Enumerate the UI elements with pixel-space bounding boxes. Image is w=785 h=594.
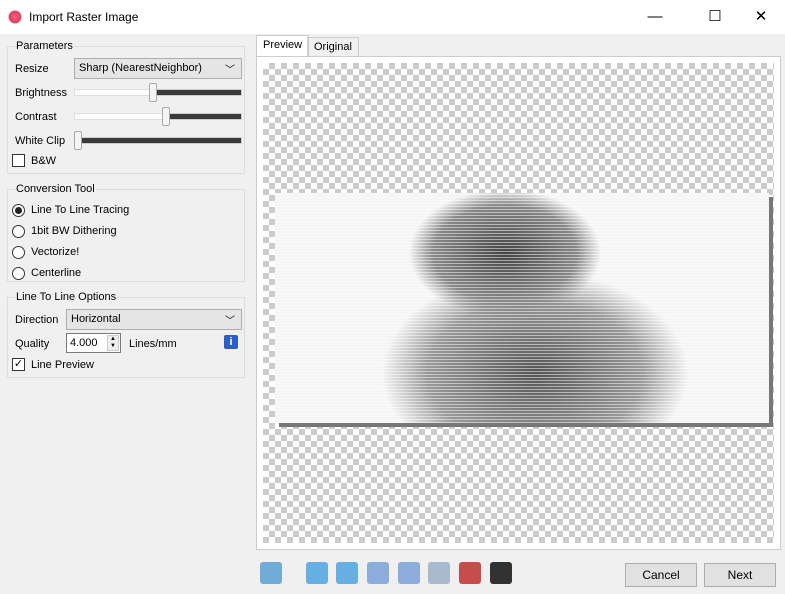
tab-original[interactable]: Original (307, 37, 359, 57)
resize-dropdown[interactable]: Sharp (NearestNeighbor) ﹀ (74, 58, 242, 79)
preview-panel (256, 56, 781, 550)
chevron-down-icon: ﹀ (225, 316, 235, 327)
invert-icon[interactable] (490, 562, 512, 584)
direction-value: Horizontal (71, 313, 121, 325)
group-label: Line To Line Options (15, 291, 118, 303)
conversion-option: 1bit BW Dithering (31, 225, 117, 237)
next-button[interactable]: Next (704, 563, 776, 587)
parameters-group: Parameters Resize Sharp (NearestNeighbor… (7, 40, 245, 174)
title-bar: Import Raster Image — ☐ ✕ (0, 0, 785, 34)
rotate-left-icon[interactable] (306, 562, 328, 584)
chevron-down-icon: ﹀ (225, 65, 235, 76)
slider-thumb[interactable] (162, 107, 170, 126)
transparency-background (263, 63, 774, 543)
direction-label: Direction (15, 314, 59, 326)
radio-button[interactable] (12, 204, 25, 217)
quality-value[interactable]: 4.000 (70, 337, 98, 349)
preview-image (275, 193, 769, 423)
contrast-label: Contrast (15, 111, 57, 123)
radio-button[interactable] (12, 267, 25, 280)
quality-label: Quality (15, 338, 50, 350)
quality-stepper[interactable]: 4.000 ▲ ▼ (66, 333, 121, 353)
tab-preview[interactable]: Preview (256, 35, 310, 57)
line-options-group: Line To Line Options Direction Horizonta… (7, 291, 245, 378)
bw-checkbox[interactable] (12, 154, 25, 167)
spinner-arrows-icon[interactable]: ▲ ▼ (107, 335, 119, 351)
rotate-right-icon[interactable] (336, 562, 358, 584)
quality-unit: Lines/mm (129, 338, 177, 350)
group-label: Parameters (15, 40, 74, 52)
conversion-tool-group: Conversion Tool Line To Line Tracing 1bit… (7, 183, 245, 282)
bw-label: B&W (31, 155, 57, 167)
group-label: Conversion Tool (15, 183, 96, 195)
cancel-button[interactable]: Cancel (625, 563, 697, 587)
slider-thumb[interactable] (149, 83, 158, 102)
minimize-button[interactable]: — (640, 6, 670, 28)
radio-button[interactable] (12, 246, 25, 259)
maximize-button[interactable]: ☐ (700, 6, 730, 28)
whiteclip-label: White Clip (15, 135, 66, 147)
direction-dropdown[interactable]: Horizontal ﹀ (66, 309, 242, 330)
app-icon (8, 10, 22, 24)
line-preview-label: Line Preview (31, 359, 94, 371)
info-icon[interactable]: i (224, 335, 238, 349)
flip-horizontal-icon[interactable] (367, 562, 389, 584)
line-preview-checkbox[interactable]: ✓ (12, 358, 25, 371)
conversion-option: Centerline (31, 267, 82, 279)
resize-value: Sharp (NearestNeighbor) (79, 62, 202, 74)
conversion-option: Line To Line Tracing (31, 204, 130, 216)
flip-vertical-icon[interactable] (398, 562, 420, 584)
slider-thumb[interactable] (74, 131, 82, 150)
brightness-slider[interactable] (74, 83, 242, 103)
window-title: Import Raster Image (29, 10, 139, 24)
reset-icon[interactable] (260, 562, 282, 584)
conversion-option: Vectorize! (31, 246, 80, 258)
brightness-label: Brightness (15, 87, 67, 99)
contrast-slider[interactable] (74, 107, 242, 127)
close-button[interactable]: ✕ (746, 6, 776, 28)
color-picker-icon[interactable] (459, 562, 481, 584)
radio-button[interactable] (12, 225, 25, 238)
resize-label: Resize (15, 63, 49, 75)
whiteclip-slider[interactable] (74, 131, 242, 151)
crop-icon[interactable] (428, 562, 450, 584)
